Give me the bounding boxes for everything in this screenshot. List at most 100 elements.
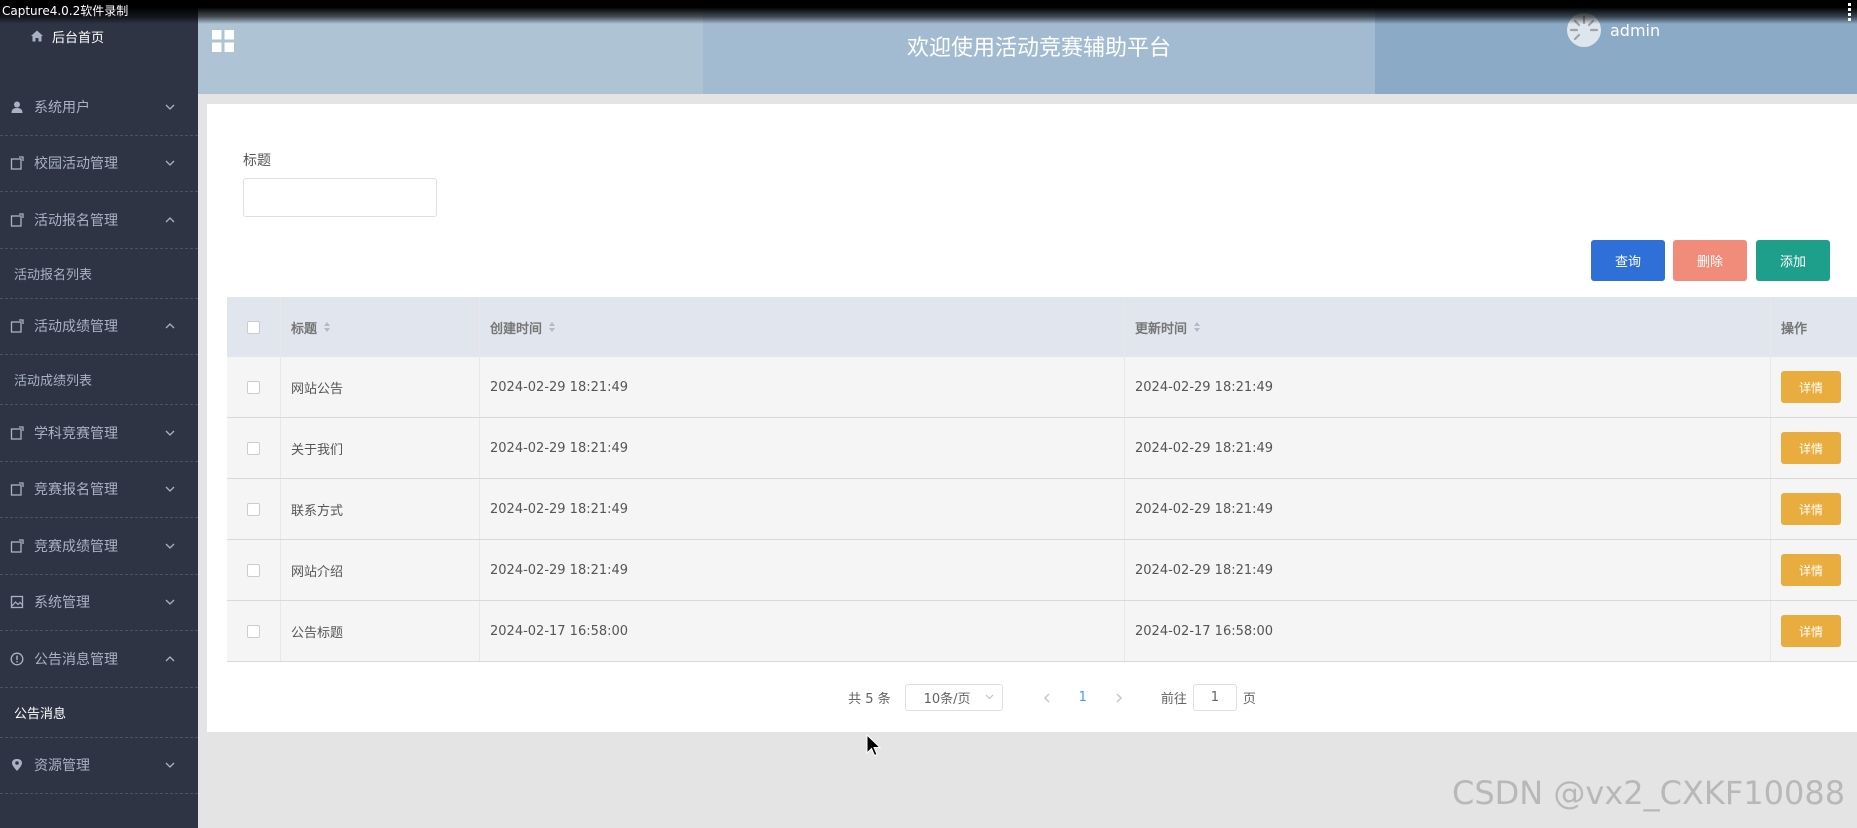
doc-icon (10, 482, 24, 496)
sidebar-item-label: 校园活动管理 (34, 156, 118, 173)
sidebar-item-label: 活动报名管理 (34, 212, 118, 229)
goto-suffix: 页 (1242, 692, 1256, 707)
select-all-checkbox[interactable] (247, 320, 260, 334)
sidebar-item-subject-competition[interactable]: 学科竞赛管理 (0, 405, 198, 462)
doc-icon (10, 156, 24, 170)
sidebar: 后台首页 系统用户 校园活动管理 活动报名管理 活动报名列表 活动成绩管理 活动… (0, 0, 198, 828)
sort-icon[interactable] (548, 321, 556, 333)
detail-button[interactable]: 详情 (1781, 615, 1841, 647)
sidebar-item-label: 公告消息管理 (34, 651, 118, 668)
cell-updated: 2024-02-17 16:58:00 (1125, 601, 1771, 661)
doc-icon (10, 213, 24, 227)
column-header-title[interactable]: 标题 (281, 297, 480, 357)
watermark: CSDN @vx2_CXKF10088 (1452, 774, 1846, 812)
row-checkbox[interactable] (247, 502, 260, 516)
cell-title: 联系方式 (281, 479, 480, 539)
sidebar-item-label: 资源管理 (34, 758, 90, 775)
search-title-label: 标题 (243, 153, 271, 169)
sidebar-item-activity-score[interactable]: 活动成绩管理 (0, 299, 198, 355)
cell-title: 关于我们 (281, 418, 480, 478)
chevron-down-icon (165, 430, 175, 436)
chevron-down-icon (985, 694, 994, 700)
detail-button[interactable]: 详情 (1781, 493, 1841, 525)
sidebar-subitem-activity-score-list[interactable]: 活动成绩列表 (0, 355, 198, 405)
sort-icon[interactable] (323, 321, 331, 333)
sidebar-item-competition-signup[interactable]: 竞赛报名管理 (0, 462, 198, 518)
chevron-up-icon (165, 216, 175, 223)
capture-overlay-bar: Capture4.0.2软件录制 (0, 0, 1857, 24)
detail-button[interactable]: 详情 (1781, 371, 1841, 403)
cell-created: 2024-02-29 18:21:49 (480, 540, 1125, 600)
sidebar-item-label: 活动成绩管理 (34, 319, 118, 336)
doc-icon (10, 426, 24, 440)
picture-icon (10, 596, 24, 609)
detail-button[interactable]: 详情 (1781, 432, 1841, 464)
main-panel: 标题 查询 删除 添加 标题 创建时间 更新时间 操作 网站公告 2024-02… (207, 104, 1857, 732)
sidebar-subitem-activity-signup-list[interactable]: 活动报名列表 (0, 249, 198, 299)
menu-grid-icon[interactable] (212, 30, 234, 52)
sidebar-item-label: 系统用户 (34, 99, 90, 116)
data-table: 标题 创建时间 更新时间 操作 网站公告 2024-02-29 18:21:49… (227, 297, 1857, 662)
add-button[interactable]: 添加 (1756, 240, 1830, 281)
chevron-down-icon (165, 599, 175, 606)
chevron-down-icon (165, 762, 175, 769)
goto-label: 前往 (1160, 692, 1187, 707)
sidebar-subitem-notice[interactable]: 公告消息 (0, 688, 198, 738)
cell-title: 网站介绍 (281, 540, 480, 600)
sidebar-item-label: 竞赛成绩管理 (34, 538, 118, 555)
column-header-updated[interactable]: 更新时间 (1125, 297, 1771, 357)
page-size-select[interactable]: 10条/页 (904, 684, 1003, 711)
cell-updated: 2024-02-29 18:21:49 (1125, 418, 1771, 478)
sidebar-subitem-label: 公告消息 (14, 706, 67, 722)
goto-page-input[interactable]: 1 (1192, 684, 1237, 711)
location-icon (12, 759, 22, 772)
prev-page-icon[interactable] (1041, 692, 1053, 704)
sidebar-subitem-label: 活动成绩列表 (14, 374, 93, 389)
query-button[interactable]: 查询 (1591, 240, 1665, 281)
search-title-input[interactable] (243, 178, 437, 217)
sidebar-item-campus-activity[interactable]: 校园活动管理 (0, 136, 198, 192)
sidebar-item-label: 竞赛报名管理 (34, 482, 118, 499)
sidebar-menu: 系统用户 校园活动管理 活动报名管理 活动报名列表 活动成绩管理 活动成绩列表 … (0, 79, 198, 794)
sidebar-subitem-label: 活动报名列表 (14, 267, 93, 283)
row-checkbox[interactable] (247, 624, 260, 638)
cell-updated: 2024-02-29 18:21:49 (1125, 357, 1771, 417)
sidebar-item-system-management[interactable]: 系统管理 (0, 575, 198, 631)
sort-icon[interactable] (1193, 321, 1201, 333)
sidebar-item-competition-score[interactable]: 竞赛成绩管理 (0, 518, 198, 575)
sidebar-item-activity-signup[interactable]: 活动报名管理 (0, 192, 198, 249)
sidebar-item-system-users[interactable]: 系统用户 (0, 79, 198, 136)
sidebar-item-notice-management[interactable]: 公告消息管理 (0, 631, 198, 688)
column-header-op: 操作 (1781, 321, 1808, 337)
column-header-created[interactable]: 创建时间 (480, 297, 1125, 357)
sidebar-item-resource-management[interactable]: 资源管理 (0, 738, 198, 794)
pagination-total: 共 5 条 (848, 692, 891, 707)
cell-updated: 2024-02-29 18:21:49 (1125, 479, 1771, 539)
delete-button[interactable]: 删除 (1673, 240, 1747, 281)
detail-button[interactable]: 详情 (1781, 554, 1841, 586)
sidebar-item-label: 系统管理 (34, 595, 90, 612)
chevron-down-icon (165, 104, 175, 110)
sidebar-item-label: 学科竞赛管理 (34, 425, 118, 442)
cell-updated: 2024-02-29 18:21:49 (1125, 540, 1771, 600)
home-icon (31, 30, 43, 42)
mouse-cursor-icon (866, 734, 882, 757)
table-header: 标题 创建时间 更新时间 操作 (227, 297, 1857, 357)
cell-created: 2024-02-29 18:21:49 (480, 479, 1125, 539)
cell-created: 2024-02-29 18:21:49 (480, 357, 1125, 417)
cell-created: 2024-02-17 16:58:00 (480, 601, 1125, 661)
capture-title: Capture4.0.2软件录制 (2, 4, 129, 18)
chevron-up-icon (165, 655, 175, 662)
row-checkbox[interactable] (247, 563, 260, 577)
doc-icon (10, 539, 24, 553)
chevron-down-icon (165, 160, 175, 167)
cell-title: 公告标题 (281, 601, 480, 661)
chevron-down-icon (165, 543, 175, 549)
next-page-icon[interactable] (1113, 692, 1125, 704)
cell-title: 网站公告 (281, 357, 480, 417)
row-checkbox[interactable] (247, 441, 260, 455)
page-number-current[interactable]: 1 (1079, 690, 1087, 705)
row-checkbox[interactable] (247, 380, 260, 394)
info-icon (10, 652, 24, 666)
capture-dots-icon (1847, 2, 1855, 21)
